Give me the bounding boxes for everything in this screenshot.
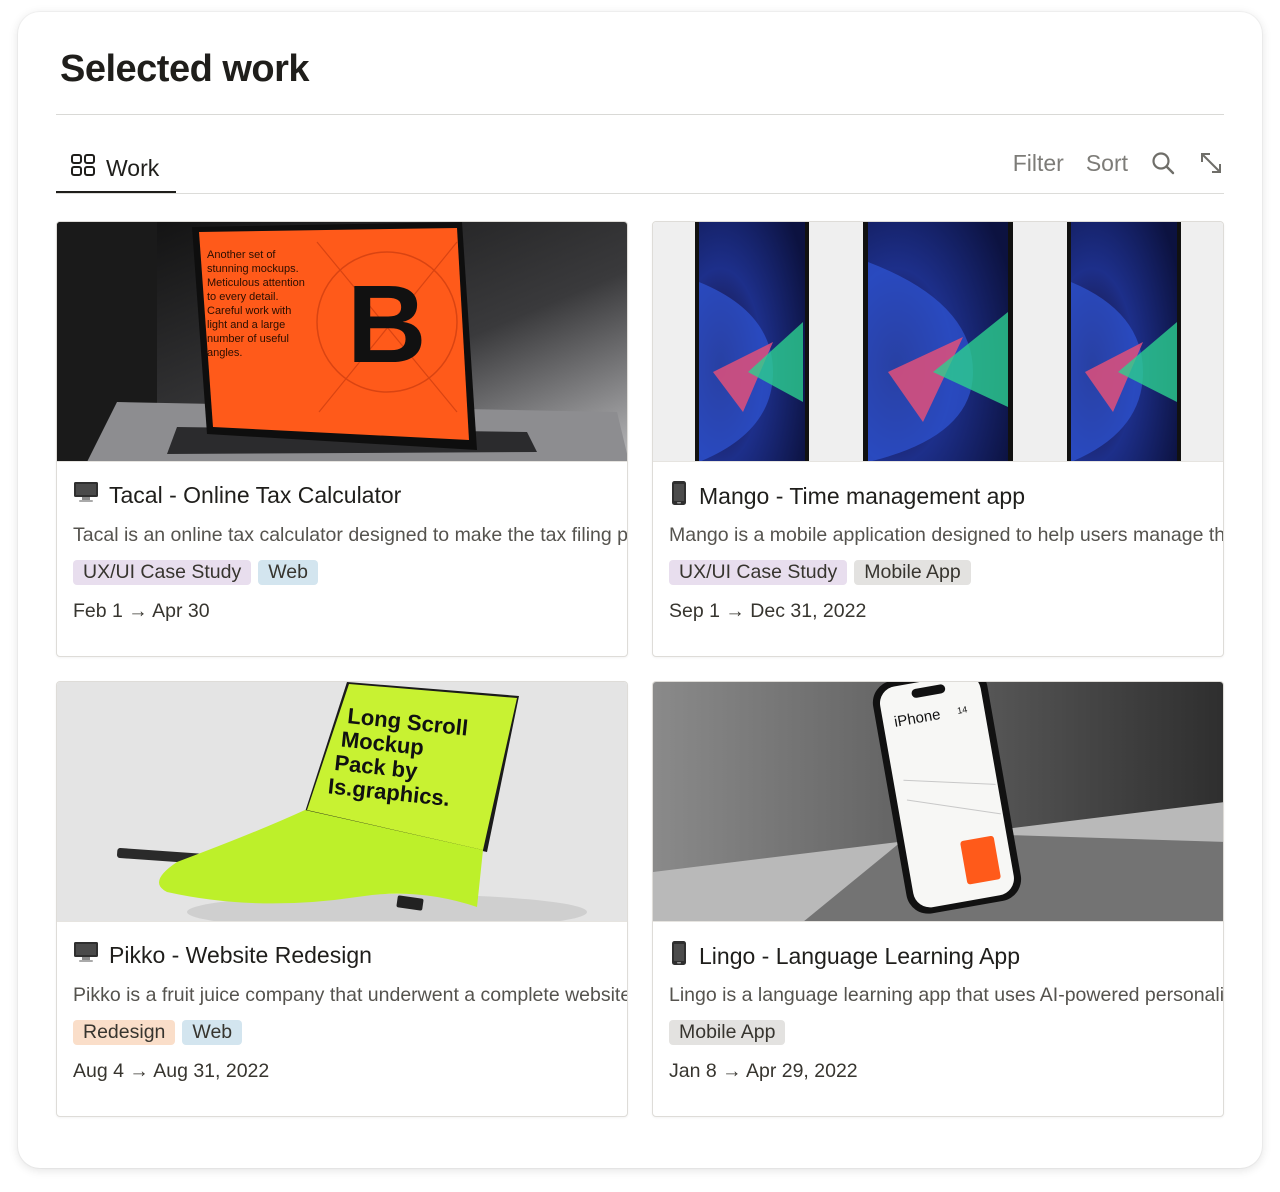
desktop-computer-icon [73, 940, 99, 970]
svg-text:B: B [347, 263, 426, 386]
card-title-text: Tacal - Online Tax Calculator [109, 481, 402, 508]
card-title-text: Lingo - Language Learning App [699, 942, 1021, 969]
tag: Redesign [73, 1020, 176, 1045]
gallery-card[interactable]: B Another set of stunning mockups. Meticu… [56, 221, 628, 657]
gallery-card[interactable]: Mango - Time management app Mango is a m… [652, 221, 1224, 657]
gallery-grid: B Another set of stunning mockups. Meticu… [56, 221, 1224, 1117]
card-tags: Redesign Web [73, 1020, 243, 1045]
page-title: Selected work [60, 48, 310, 90]
tag: Mobile App [854, 560, 971, 585]
card-date: Sep 1 → Dec 31, 2022 [669, 600, 867, 622]
gallery-card[interactable]: Long Scroll Mockup Pack by Is.graphics. [56, 681, 628, 1117]
tag: Web [258, 560, 318, 585]
card-title-text: Pikko - Website Redesign [109, 941, 372, 968]
card-tags: UX/UI Case Study Web [73, 560, 318, 585]
desktop-computer-icon [73, 480, 99, 510]
card-date: Aug 4 → Aug 31, 2022 [73, 1060, 270, 1082]
tag: UX/UI Case Study [73, 560, 252, 585]
gallery-card[interactable]: iPhone 14 Lingo - Language Learning App … [652, 681, 1224, 1117]
card-tags: Mobile App [669, 1020, 786, 1045]
svg-text:14: 14 [956, 704, 968, 716]
card-title: Tacal - Online Tax Calculator [73, 480, 401, 510]
expand-icon[interactable] [1198, 150, 1224, 176]
card-description: Tacal is an online tax calculator design… [73, 524, 627, 546]
gallery-grid-icon [70, 152, 96, 184]
card-cover-image: iPhone 14 [653, 682, 1223, 922]
title-divider [56, 114, 1224, 115]
view-actions: Filter Sort [1013, 142, 1224, 184]
tab-work[interactable]: Work [56, 142, 176, 194]
view-divider [56, 193, 1224, 194]
search-icon[interactable] [1150, 150, 1176, 176]
tag: Web [182, 1020, 243, 1045]
mobile-phone-icon [669, 940, 689, 972]
tag: UX/UI Case Study [669, 560, 848, 585]
tag: Mobile App [669, 1020, 786, 1045]
card-title-text: Mango - Time management app [699, 482, 1026, 509]
card-description: Pikko is a fruit juice company that unde… [73, 984, 627, 1006]
card-description: Mango is a mobile application designed t… [669, 524, 1223, 546]
card-title: Pikko - Website Redesign [73, 940, 372, 970]
filter-button[interactable]: Filter [1013, 150, 1064, 177]
card-date: Jan 8 → Apr 29, 2022 [669, 1060, 858, 1082]
card-cover-image: B Another set of stunning mockups. Meticu… [57, 222, 627, 462]
card-tags: UX/UI Case Study Mobile App [669, 560, 971, 585]
card-cover-image: Long Scroll Mockup Pack by Is.graphics. [57, 682, 627, 922]
mobile-phone-icon [669, 480, 689, 512]
card-title: Lingo - Language Learning App [669, 940, 1020, 972]
gallery-frame: Selected work Work Filter Sort B Another… [18, 12, 1262, 1168]
view-bar: Work Filter Sort [56, 142, 1224, 194]
card-cover-image [653, 222, 1223, 462]
sort-button[interactable]: Sort [1086, 150, 1128, 177]
tab-work-label: Work [106, 154, 160, 181]
card-description: Lingo is a language learning app that us… [669, 984, 1223, 1006]
card-date: Feb 1 → Apr 30 [73, 600, 210, 622]
card-title: Mango - Time management app [669, 480, 1025, 512]
